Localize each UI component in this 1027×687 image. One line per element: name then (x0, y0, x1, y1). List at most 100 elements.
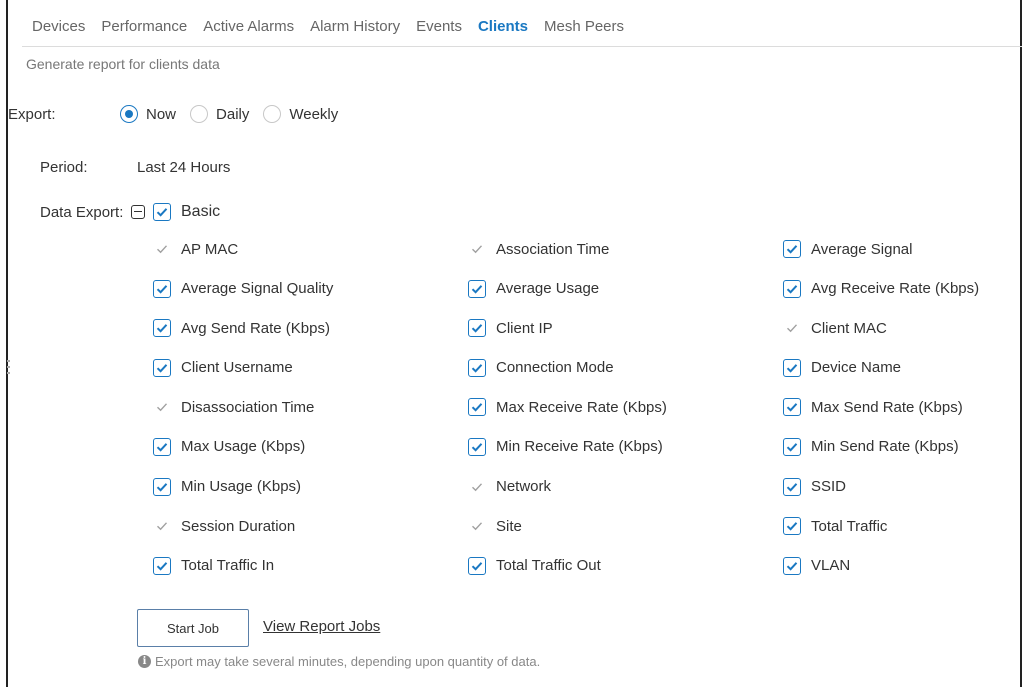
field-checkbox-min-usage-kbps[interactable]: Min Usage (Kbps) (153, 477, 468, 496)
data-export-fields: AP MAC Association Time Average Signal Aver… (153, 240, 1027, 575)
check-icon (468, 279, 486, 298)
check-icon (468, 358, 486, 377)
field-label: Device Name (811, 359, 902, 377)
field-label: Association Time (496, 240, 610, 258)
field-checkbox-avg-receive-rate-kbps[interactable]: Avg Receive Rate (Kbps) (783, 279, 1027, 298)
check-icon (783, 437, 801, 456)
field-checkbox-network: Network (468, 478, 783, 496)
field-checkbox-device-name[interactable]: Device Name (783, 358, 1027, 377)
field-checkbox-total-traffic[interactable]: Total Traffic (783, 517, 1027, 536)
check-icon (783, 477, 801, 496)
field-label: Min Usage (Kbps) (181, 478, 302, 496)
check-icon (468, 478, 486, 496)
field-checkbox-average-signal[interactable]: Average Signal (783, 240, 1027, 258)
field-label: Client IP (496, 319, 553, 337)
start-job-button[interactable]: Start Job (137, 609, 249, 647)
field-label: Total Traffic Out (496, 557, 601, 575)
field-checkbox-vlan[interactable]: VLAN (783, 556, 1027, 575)
field-label: Max Send Rate (Kbps) (811, 398, 963, 416)
check-icon (783, 319, 801, 337)
export-option-weekly[interactable]: Weekly (263, 105, 338, 123)
field-checkbox-total-traffic-in[interactable]: Total Traffic In (153, 556, 468, 575)
tab-devices[interactable]: Devices (32, 18, 85, 35)
field-checkbox-client-mac: Client MAC (783, 319, 1027, 337)
field-label: Site (496, 517, 522, 535)
tab-divider (22, 46, 1022, 47)
check-icon (783, 358, 801, 377)
field-checkbox-max-receive-rate-kbps[interactable]: Max Receive Rate (Kbps) (468, 398, 783, 417)
field-checkbox-min-send-rate-kbps[interactable]: Min Send Rate (Kbps) (783, 437, 1027, 456)
field-label: Average Signal Quality (181, 280, 334, 298)
tab-alarm-history[interactable]: Alarm History (310, 18, 400, 35)
field-label: Avg Send Rate (Kbps) (181, 319, 330, 337)
data-export-label: Data Export: (40, 204, 124, 221)
field-checkbox-site: Site (468, 517, 783, 535)
tab-active-alarms[interactable]: Active Alarms (203, 18, 294, 35)
check-icon (153, 279, 171, 298)
export-note-text: Export may take several minutes, dependi… (155, 654, 541, 669)
page-subtitle: Generate report for clients data (26, 56, 220, 72)
check-icon (783, 279, 801, 298)
field-label: Session Duration (181, 517, 296, 535)
check-icon (153, 358, 171, 377)
radio-icon (263, 105, 282, 123)
field-label: Average Usage (496, 280, 600, 298)
field-label: Min Send Rate (Kbps) (811, 438, 959, 456)
radio-icon (120, 105, 138, 123)
radio-icon (190, 105, 209, 123)
field-checkbox-client-username[interactable]: Client Username (153, 358, 468, 377)
field-checkbox-avg-send-rate-kbps[interactable]: Avg Send Rate (Kbps) (153, 319, 468, 338)
check-icon (153, 203, 171, 221)
check-icon (783, 240, 801, 258)
minus-square-icon[interactable] (131, 205, 145, 219)
field-label: Max Usage (Kbps) (181, 438, 306, 456)
basic-group-checkbox[interactable]: Basic (153, 203, 220, 221)
export-note: i Export may take several minutes, depen… (138, 654, 540, 669)
field-checkbox-max-usage-kbps[interactable]: Max Usage (Kbps) (153, 437, 468, 456)
field-label: AP MAC (181, 240, 239, 258)
export-label: Export: (8, 106, 56, 123)
field-label: Avg Receive Rate (Kbps) (811, 280, 980, 298)
field-checkbox-max-send-rate-kbps[interactable]: Max Send Rate (Kbps) (783, 398, 1027, 417)
export-option-label: Now (146, 105, 177, 123)
resize-handle-icon[interactable] (7, 360, 11, 374)
field-label: Client MAC (811, 319, 887, 337)
field-label: Connection Mode (496, 359, 614, 377)
report-tabs: Devices Performance Active Alarms Alarm His… (32, 18, 640, 35)
field-label: Total Traffic (811, 517, 888, 535)
check-icon (468, 319, 486, 338)
field-checkbox-average-signal-quality[interactable]: Average Signal Quality (153, 279, 468, 298)
check-icon (153, 437, 171, 456)
field-checkbox-total-traffic-out[interactable]: Total Traffic Out (468, 556, 783, 575)
basic-group-label: Basic (181, 203, 221, 220)
field-checkbox-client-ip[interactable]: Client IP (468, 319, 783, 338)
check-icon (783, 556, 801, 575)
check-icon (153, 477, 171, 496)
check-icon (468, 517, 486, 535)
export-option-label: Weekly (289, 105, 339, 123)
check-icon (468, 240, 486, 258)
field-label: Total Traffic In (181, 557, 275, 575)
field-label: SSID (811, 478, 847, 496)
field-checkbox-average-usage[interactable]: Average Usage (468, 279, 783, 298)
export-option-daily[interactable]: Daily (190, 105, 249, 123)
field-checkbox-session-duration: Session Duration (153, 517, 468, 535)
period-label: Period: (40, 159, 88, 176)
field-checkbox-connection-mode[interactable]: Connection Mode (468, 358, 783, 377)
field-checkbox-ssid[interactable]: SSID (783, 477, 1027, 496)
check-icon (153, 240, 171, 258)
tab-events[interactable]: Events (416, 18, 462, 35)
export-option-label: Daily (216, 105, 250, 123)
field-checkbox-min-receive-rate-kbps[interactable]: Min Receive Rate (Kbps) (468, 437, 783, 456)
check-icon (153, 556, 171, 575)
tab-performance[interactable]: Performance (101, 18, 187, 35)
field-label: VLAN (811, 557, 851, 575)
field-label: Network (496, 478, 552, 496)
view-report-jobs-link[interactable]: View Report Jobs (263, 618, 380, 635)
field-checkbox-association-time: Association Time (468, 240, 783, 258)
tab-mesh-peers[interactable]: Mesh Peers (544, 18, 624, 35)
tab-clients[interactable]: Clients (478, 18, 528, 35)
field-label: Client Username (181, 359, 293, 377)
export-option-now[interactable]: Now (120, 105, 176, 123)
check-icon (153, 517, 171, 535)
